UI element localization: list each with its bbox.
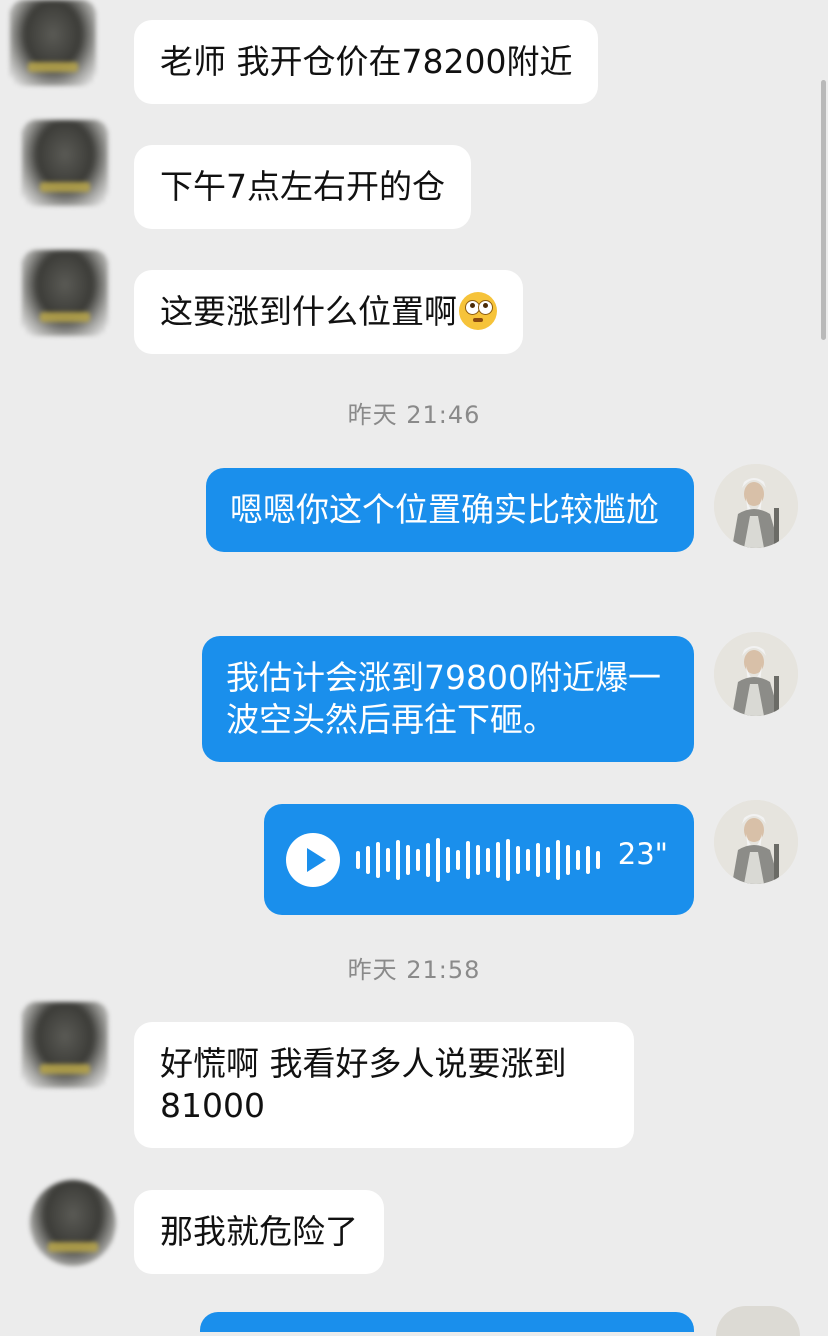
waveform-bar (396, 840, 400, 880)
message-text: 老师 我开仓价在78200附近 (160, 42, 573, 81)
waveform-bar (366, 846, 370, 874)
waveform-bar (596, 851, 600, 869)
voice-message-bubble[interactable]: 23" (264, 804, 694, 915)
waveform-bar (506, 839, 510, 881)
contact-avatar[interactable] (10, 0, 96, 86)
waveform-bar (536, 843, 540, 877)
waveform-bar (576, 850, 580, 870)
waveform-bar (586, 846, 590, 874)
contact-avatar[interactable] (22, 120, 108, 206)
incoming-message-bubble[interactable]: 这要涨到什么位置啊 (134, 270, 523, 354)
message-text: 我估计会涨到79800附近爆一波空头然后再往下砸。 (226, 658, 661, 739)
voice-waveform-icon (356, 838, 606, 882)
timestamp: 昨天 21:58 (347, 956, 481, 984)
waveform-bar (526, 849, 530, 871)
waveform-bar (376, 842, 380, 878)
waveform-bar (436, 838, 440, 882)
elder-portrait-icon (714, 632, 798, 716)
message-text: 那我就危险了 (160, 1212, 358, 1251)
contact-avatar[interactable] (22, 1002, 108, 1088)
waveform-bar (386, 848, 390, 872)
waveform-bar (486, 848, 490, 872)
outgoing-message-bubble[interactable]: 嗯嗯你这个位置确实比较尴尬 (206, 468, 694, 552)
user-avatar[interactable] (714, 632, 798, 716)
timestamp: 昨天 21:46 (347, 401, 481, 429)
contact-avatar[interactable] (30, 1180, 116, 1266)
user-avatar[interactable] (714, 800, 798, 884)
waveform-bar (446, 847, 450, 873)
user-avatar-partial[interactable] (716, 1306, 800, 1336)
waveform-bar (516, 846, 520, 874)
waveform-bar (426, 843, 430, 877)
elder-portrait-icon (714, 464, 798, 548)
waveform-bar (466, 841, 470, 879)
incoming-message-bubble[interactable]: 老师 我开仓价在78200附近 (134, 20, 599, 104)
voice-duration: 23" (617, 837, 668, 871)
elder-portrait-icon (714, 800, 798, 884)
scrollbar[interactable] (821, 80, 826, 340)
contact-avatar[interactable] (22, 250, 108, 336)
message-text: 下午7点左右开的仓 (160, 167, 445, 206)
message-text: 这要涨到什么位置啊 (160, 292, 457, 331)
play-icon[interactable] (286, 833, 340, 887)
waveform-bar (556, 840, 560, 880)
user-avatar[interactable] (714, 464, 798, 548)
waveform-bar (406, 845, 410, 875)
incoming-message-bubble[interactable]: 下午7点左右开的仓 (134, 145, 471, 229)
message-text: 好慌啊 我看好多人说要涨到81000 (160, 1044, 567, 1125)
waveform-bar (356, 851, 360, 869)
flushed-face-emoji-icon (459, 292, 497, 330)
waveform-bar (546, 847, 550, 873)
incoming-message-bubble[interactable]: 那我就危险了 (134, 1190, 384, 1274)
incoming-message-bubble[interactable]: 好慌啊 我看好多人说要涨到81000 (134, 1022, 634, 1148)
message-text: 嗯嗯你这个位置确实比较尴尬 (230, 490, 659, 529)
waveform-bar (456, 850, 460, 870)
outgoing-message-bubble[interactable]: 我估计会涨到79800附近爆一波空头然后再往下砸。 (202, 636, 694, 762)
waveform-bar (496, 842, 500, 878)
waveform-bar (476, 845, 480, 875)
waveform-bar (416, 849, 420, 871)
outgoing-message-bubble-partial[interactable] (200, 1312, 694, 1332)
waveform-bar (566, 845, 570, 875)
